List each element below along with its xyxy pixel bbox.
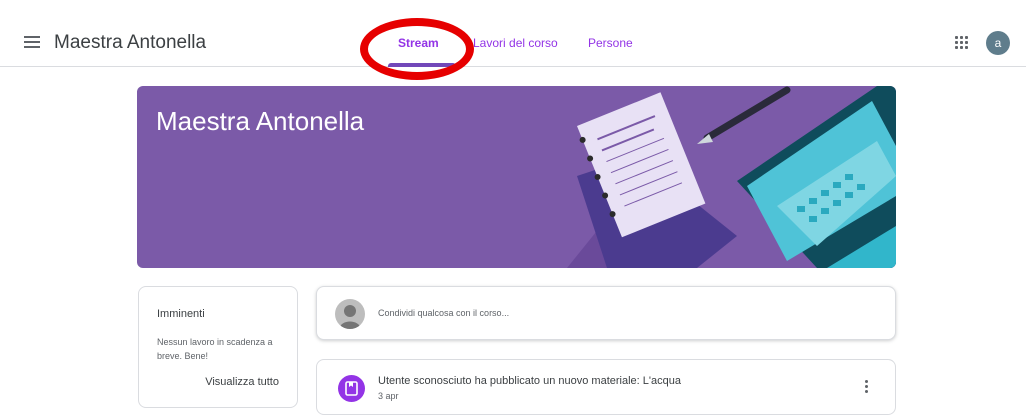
tab-lavori-del-corso[interactable]: Lavori del corso bbox=[473, 36, 558, 50]
post-date: 3 apr bbox=[378, 391, 399, 401]
top-app-bar: Maestra Antonella Stream Lavori del cors… bbox=[0, 0, 1026, 67]
account-avatar[interactable]: a bbox=[986, 31, 1010, 55]
class-title[interactable]: Maestra Antonella bbox=[54, 32, 206, 54]
upcoming-title: Imminenti bbox=[157, 308, 205, 320]
tab-persone[interactable]: Persone bbox=[588, 36, 633, 50]
upcoming-message: Nessun lavoro in scadenza a breve. Bene! bbox=[157, 337, 273, 361]
share-placeholder[interactable]: Condividi qualcosa con il corso... bbox=[378, 308, 509, 318]
share-box[interactable]: Condividi qualcosa con il corso... bbox=[316, 286, 896, 340]
stream-post[interactable]: Utente sconosciuto ha pubblicato un nuov… bbox=[316, 359, 896, 415]
view-all-link[interactable]: Visualizza tutto bbox=[205, 376, 279, 388]
active-tab-indicator bbox=[388, 63, 456, 67]
upcoming-card: Imminenti Nessun lavoro in scadenza a br… bbox=[138, 286, 298, 408]
user-avatar bbox=[335, 299, 365, 329]
material-icon bbox=[338, 375, 365, 402]
banner-title: Maestra Antonella bbox=[156, 106, 365, 136]
post-title[interactable]: Utente sconosciuto ha pubblicato un nuov… bbox=[378, 375, 681, 387]
more-options-icon[interactable] bbox=[863, 380, 869, 396]
default-avatar-icon bbox=[339, 305, 361, 329]
apps-grid-icon[interactable] bbox=[955, 36, 968, 49]
class-banner: Maestra Antonella bbox=[137, 86, 896, 268]
tab-stream[interactable]: Stream bbox=[398, 36, 439, 50]
menu-icon[interactable] bbox=[24, 36, 40, 48]
